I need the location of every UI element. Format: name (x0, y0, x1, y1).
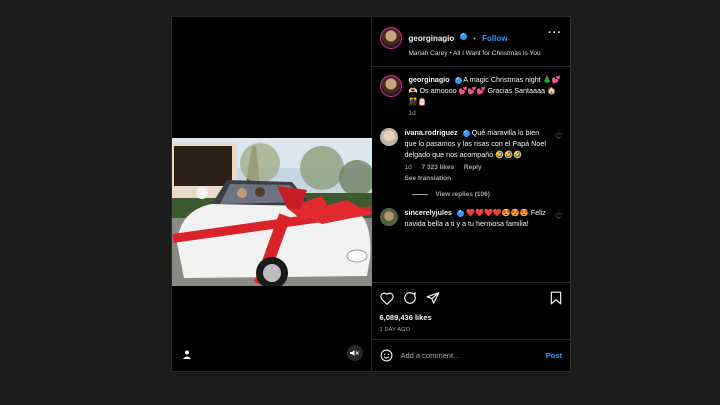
heart-icon[interactable] (379, 292, 394, 305)
verified-icon (462, 129, 470, 137)
comment-item: sincerelyjules ❤️❤️❤️❤️😍😍😍 Feliz navida … (379, 208, 562, 230)
emoji-icon[interactable] (380, 349, 393, 362)
comment-username[interactable]: sincerelyjules (405, 208, 453, 217)
author-avatar[interactable] (379, 27, 402, 49)
post-actions: 6,089,436 likes 1 DAY AGO (371, 282, 570, 339)
caption: georginagio A magic Christmas night 🎄💕🫶🏻… (379, 75, 563, 119)
heart-icon[interactable]: ♡ (555, 132, 562, 184)
post-modal: georginagio • Follow Mariah Carey • All … (171, 16, 571, 372)
comments-list: georginagio A magic Christmas night 🎄💕🫶🏻… (372, 67, 571, 282)
divider (411, 194, 428, 196)
comment-icon[interactable] (403, 291, 417, 305)
caption-username[interactable]: georginagio (409, 75, 450, 84)
follow-button[interactable]: Follow (482, 34, 507, 43)
mute-icon[interactable] (346, 345, 363, 361)
post-button[interactable]: Post (546, 351, 562, 360)
post-header: georginagio • Follow Mariah Carey • All … (371, 17, 570, 67)
comment-input[interactable]: Add a comment... (401, 351, 546, 360)
save-icon[interactable] (550, 291, 562, 305)
heart-icon[interactable]: ♡ (555, 212, 562, 230)
reply-button[interactable]: Reply (464, 164, 482, 171)
user-tag-icon[interactable] (180, 347, 194, 361)
caption-time: 1d (408, 110, 416, 118)
audio-link[interactable]: Mariah Carey • All I Want for Christmas … (409, 49, 545, 58)
post-media[interactable] (172, 17, 372, 371)
comment-likes[interactable]: 7 323 likes (422, 164, 455, 171)
post-photo (172, 138, 372, 286)
see-translation-link[interactable]: See translation (405, 174, 552, 184)
comment-item: ivana.rodriguez Qué maravilla lo bien qu… (379, 128, 562, 184)
post-details-panel: georginagio • Follow Mariah Carey • All … (371, 17, 571, 371)
post-date: 1 DAY AGO (379, 327, 411, 333)
comment-username[interactable]: ivana.rodriguez (405, 128, 458, 137)
author-username[interactable]: georginagio (409, 34, 455, 43)
view-replies-label: View replies (106) (435, 191, 490, 199)
separator-dot: • (473, 36, 476, 43)
caption-avatar[interactable] (379, 75, 402, 97)
add-comment-bar: Add a comment... Post (371, 339, 570, 371)
more-icon[interactable]: ··· (548, 27, 562, 39)
commenter-avatar[interactable] (379, 208, 398, 227)
commenter-avatar[interactable] (379, 128, 398, 147)
verified-icon (454, 76, 462, 84)
likes-count[interactable]: 6,089,436 likes (380, 313, 563, 322)
view-replies-button[interactable]: View replies (106) (411, 191, 563, 199)
verified-icon (457, 209, 465, 217)
verified-icon (459, 32, 467, 41)
comment-time: 1d (404, 163, 412, 171)
share-icon[interactable] (426, 291, 440, 305)
